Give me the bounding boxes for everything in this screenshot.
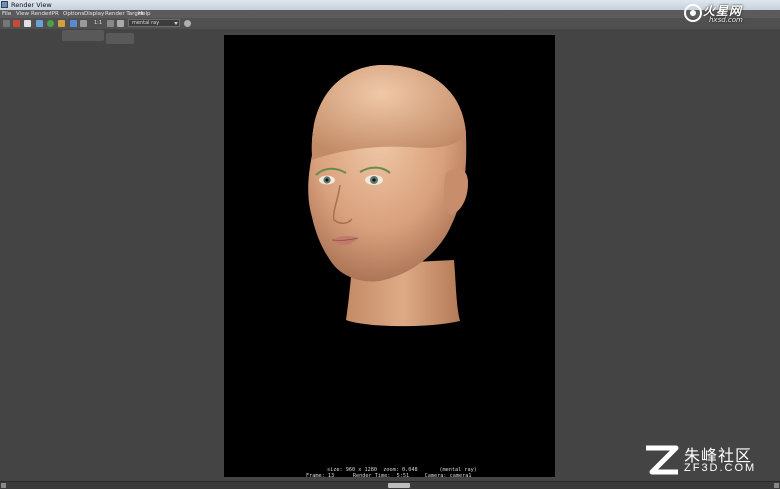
snapshot-icon[interactable] bbox=[24, 20, 31, 27]
menu-options[interactable]: Options bbox=[63, 10, 84, 18]
ipr-icon[interactable] bbox=[47, 20, 54, 27]
zf3d-logo-icon bbox=[646, 445, 679, 475]
keep-image-icon[interactable] bbox=[117, 20, 124, 27]
watermark-zf3d: 朱峰社区 ZF3D.COM bbox=[640, 440, 778, 480]
scroll-left-icon[interactable] bbox=[1, 483, 6, 488]
menu-ipr[interactable]: IPR bbox=[50, 10, 59, 18]
renderer-dropdown[interactable]: mental ray bbox=[128, 19, 180, 27]
menu-display[interactable]: Display bbox=[84, 10, 104, 18]
refresh-icon[interactable] bbox=[58, 20, 65, 27]
renderer-value: mental ray bbox=[132, 20, 160, 26]
redo-render-icon[interactable] bbox=[13, 20, 20, 27]
menu-help[interactable]: Help bbox=[138, 10, 151, 18]
app-icon bbox=[1, 1, 8, 8]
render-settings-icon[interactable] bbox=[184, 20, 191, 27]
rendered-head-image bbox=[308, 65, 468, 327]
toolbar-handle-icon bbox=[3, 20, 10, 27]
scroll-right-icon[interactable] bbox=[774, 483, 779, 488]
toolbar-blur-patch bbox=[62, 30, 104, 41]
real-size-icon[interactable] bbox=[107, 20, 114, 27]
watermark-hxsd: 火星网 hxsd.com bbox=[683, 2, 778, 26]
menu-render[interactable]: Render bbox=[31, 10, 51, 18]
menu-view[interactable]: View bbox=[16, 10, 29, 18]
window-title: Render View bbox=[11, 1, 52, 9]
alpha-channel-icon[interactable] bbox=[80, 20, 87, 27]
hxsd-logo-icon bbox=[684, 4, 702, 22]
color-channel-icon[interactable] bbox=[70, 20, 77, 27]
chevron-down-icon bbox=[174, 22, 178, 25]
menu-file[interactable]: File bbox=[2, 10, 11, 18]
watermark-hxsd-url: hxsd.com bbox=[709, 16, 743, 24]
scrollbar-thumb[interactable] bbox=[388, 483, 410, 488]
render-region-icon[interactable] bbox=[36, 20, 43, 27]
watermark-zf3d-url: ZF3D.COM bbox=[684, 462, 757, 474]
zoom-label[interactable]: 1:1 bbox=[94, 19, 102, 28]
render-info-frame: Frame: 13 Render Time: 5:51 Camera: came… bbox=[306, 473, 472, 479]
toolbar-blur-patch-2 bbox=[106, 33, 134, 44]
